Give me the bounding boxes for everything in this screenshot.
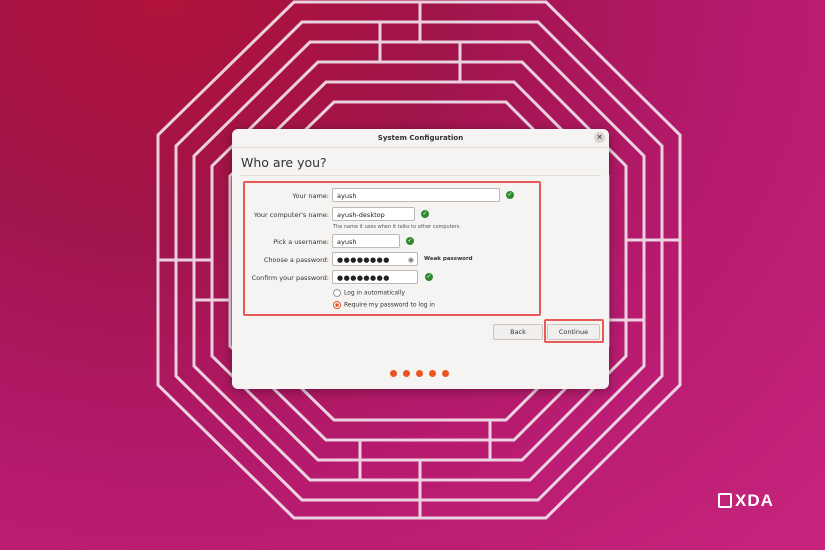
back-button[interactable]: Back: [493, 324, 543, 340]
name-label: Your name:: [292, 192, 329, 200]
confirm-row: Confirm your password: ●●●●●●●● ✓: [245, 270, 539, 286]
check-icon: ✓: [425, 273, 433, 281]
progress-dot: [442, 370, 449, 377]
window-title: System Configuration: [377, 134, 464, 142]
continue-button[interactable]: Continue: [547, 324, 600, 340]
username-input[interactable]: ayush: [332, 234, 400, 248]
close-icon[interactable]: ×: [594, 132, 605, 143]
confirm-password-input[interactable]: ●●●●●●●●: [332, 270, 418, 284]
login-auto-label: Log in automatically: [344, 289, 405, 297]
username-label: Pick a username:: [273, 238, 329, 246]
require-password-label: Require my password to log in: [344, 301, 435, 309]
password-strength: Weak password: [424, 256, 473, 262]
xda-logo-icon: [718, 493, 732, 508]
computer-label: Your computer's name:: [253, 211, 329, 219]
xda-watermark: XDA: [718, 491, 774, 511]
computer-row: Your computer's name: ayush-desktop ✓: [245, 207, 539, 223]
system-configuration-dialog: System Configuration × Who are you? Your…: [232, 129, 609, 389]
progress-dot: [390, 370, 397, 377]
check-icon: ✓: [506, 191, 514, 199]
divider: [240, 175, 601, 176]
watermark-text: XDA: [735, 491, 774, 510]
radio-icon[interactable]: [333, 289, 341, 297]
password-row: Choose a password: ●●●●●●●● ◉ Weak passw…: [245, 252, 539, 268]
login-auto-option[interactable]: Log in automatically: [333, 289, 405, 297]
password-dots: ●●●●●●●●: [337, 256, 390, 264]
page-title: Who are you?: [241, 155, 327, 170]
require-password-option[interactable]: Require my password to log in: [333, 301, 435, 309]
name-row: Your name: ayush ✓: [245, 188, 539, 204]
progress-dot: [403, 370, 410, 377]
radio-selected-icon[interactable]: [333, 301, 341, 309]
check-icon: ✓: [406, 237, 414, 245]
user-form: Your name: ayush ✓ Your computer's name:…: [243, 181, 541, 316]
progress-dots: [390, 362, 455, 381]
confirm-dots: ●●●●●●●●: [337, 274, 390, 282]
eye-icon[interactable]: ◉: [408, 253, 414, 267]
progress-dot: [416, 370, 423, 377]
progress-dot: [429, 370, 436, 377]
name-input[interactable]: ayush: [332, 188, 500, 202]
confirm-label: Confirm your password:: [251, 274, 329, 282]
password-input[interactable]: ●●●●●●●● ◉: [332, 252, 418, 266]
password-label: Choose a password:: [263, 256, 329, 264]
check-icon: ✓: [421, 210, 429, 218]
window-titlebar: System Configuration ×: [232, 129, 609, 148]
username-row: Pick a username: ayush ✓: [245, 234, 539, 250]
computer-hint: The name it uses when it talks to other …: [333, 224, 462, 230]
computer-name-input[interactable]: ayush-desktop: [332, 207, 415, 221]
